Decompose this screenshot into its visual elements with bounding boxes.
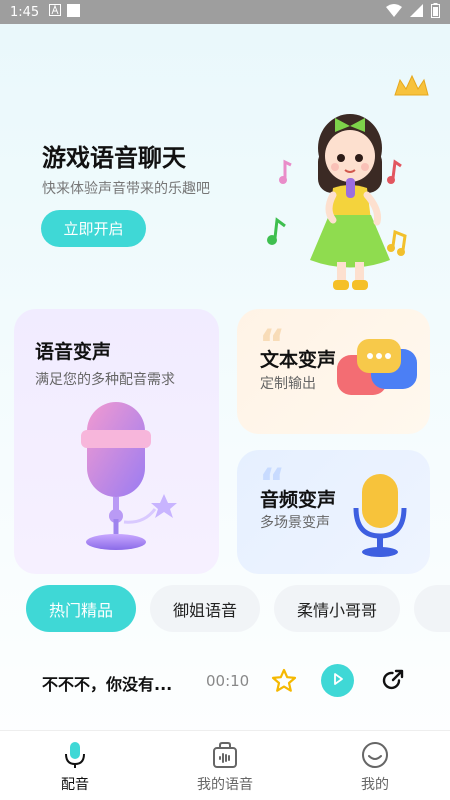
- music-note-red-icon: [387, 159, 402, 184]
- audio-change-card[interactable]: “ 音频变声 多场景变声: [237, 450, 430, 574]
- music-note-green-icon: [267, 217, 286, 245]
- tab-mature-voice[interactable]: 御姐语音: [150, 585, 260, 632]
- share-icon[interactable]: [379, 667, 406, 694]
- hero-title: 游戏语音聊天: [42, 144, 186, 172]
- list-item[interactable]: 不不不，你没有... 00:10: [0, 655, 450, 707]
- signal-icon: [410, 3, 423, 21]
- item-duration: 00:10: [206, 672, 250, 690]
- audio-change-subtitle: 多场景变声: [260, 515, 330, 531]
- category-tabs: 热门精品 御姐语音 柔情小哥哥: [26, 585, 450, 632]
- notification-square-icon: [67, 3, 81, 21]
- microphone-icon: [60, 740, 90, 770]
- status-time: 1:45: [10, 4, 40, 20]
- chat-bubble-icon: [337, 339, 423, 405]
- crown-icon: [394, 74, 429, 96]
- voice-bag-icon: [210, 740, 240, 770]
- star-icon[interactable]: [270, 667, 298, 695]
- smile-face-icon: [360, 740, 390, 770]
- music-note-icon: [279, 159, 292, 184]
- nav-mine-label: 我的: [361, 777, 389, 793]
- tab-more[interactable]: [414, 585, 450, 632]
- microphone-yellow-icon: [352, 472, 412, 562]
- bottom-nav: 配音 我的语音 我的: [0, 730, 450, 800]
- microphone-3d-icon: [69, 394, 189, 558]
- wifi-icon: [386, 3, 402, 21]
- audio-change-title: 音频变声: [260, 489, 337, 511]
- nav-dubbing[interactable]: 配音: [0, 731, 150, 800]
- tab-gentle-guy[interactable]: 柔情小哥哥: [274, 585, 400, 632]
- voice-change-subtitle: 满足您的多种配音需求: [35, 372, 175, 388]
- cartoon-girl-figure: [310, 114, 390, 290]
- nav-my-voice[interactable]: 我的语音: [150, 731, 300, 800]
- music-note-yellow-icon: [387, 229, 407, 256]
- start-now-button[interactable]: 立即开启: [41, 210, 146, 247]
- nav-my-voice-label: 我的语音: [197, 777, 253, 793]
- text-change-card[interactable]: “ 文本变声 定制输出: [237, 309, 430, 434]
- nav-dubbing-label: 配音: [61, 777, 89, 793]
- nav-mine[interactable]: 我的: [300, 731, 450, 800]
- voice-change-card[interactable]: 语音变声 满足您的多种配音需求: [14, 309, 219, 574]
- battery-icon: [431, 2, 440, 22]
- text-change-title: 文本变声: [260, 349, 337, 371]
- item-title: 不不不，你没有...: [42, 675, 173, 694]
- status-bar: 1:45: [0, 0, 450, 24]
- tab-hot-picks[interactable]: 热门精品: [26, 585, 136, 632]
- text-change-subtitle: 定制输出: [260, 376, 316, 392]
- notification-a-icon: [49, 4, 62, 20]
- hero-subtitle: 快来体验声音带来的乐趣吧: [42, 181, 210, 197]
- status-right: [386, 2, 440, 22]
- play-button[interactable]: [321, 664, 354, 697]
- play-icon: [331, 671, 345, 690]
- voice-change-title: 语音变声: [35, 341, 112, 363]
- hero-illustration: [255, 70, 445, 300]
